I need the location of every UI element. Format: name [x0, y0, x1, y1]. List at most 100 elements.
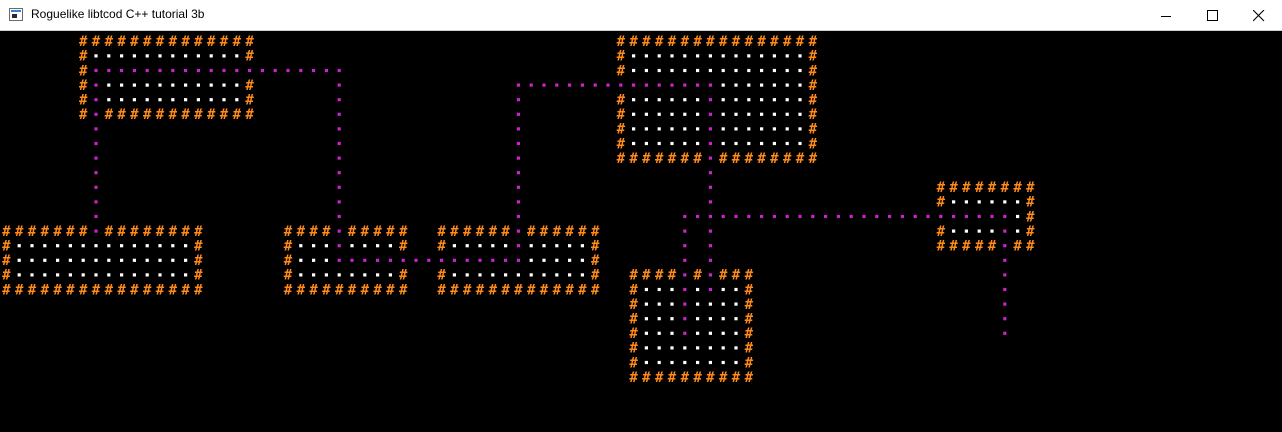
wall-tile: # — [629, 370, 638, 386]
wall-tile: # — [105, 34, 114, 50]
wall-tile: # — [809, 136, 818, 152]
wall-tile: # — [629, 341, 638, 357]
wall-tile: # — [565, 282, 574, 298]
floor-tile — [670, 141, 674, 146]
wall-tile: # — [668, 370, 677, 386]
corridor-tile — [657, 83, 661, 87]
dungeon-map: # # # # # # # # # # # # # ## ### ## ## # # # # # # # # # # # ## # # # # #… — [2, 34, 1035, 386]
floor-tile — [670, 112, 674, 116]
floor-tile — [721, 127, 725, 131]
floor-tile — [30, 244, 34, 248]
corridor-tile — [811, 214, 815, 219]
wall-tile: # — [437, 282, 446, 298]
floor-tile — [696, 346, 700, 350]
floor-tile — [721, 98, 725, 102]
close-icon — [1253, 10, 1265, 22]
wall-tile: # — [745, 355, 754, 371]
corridor-tile — [708, 287, 712, 292]
wall-tile: # — [28, 282, 37, 298]
floor-tile — [158, 83, 162, 87]
wall-tile: # — [79, 63, 88, 79]
floor-tile — [81, 258, 85, 262]
wall-tile: # — [655, 370, 664, 386]
floor-tile — [56, 258, 60, 262]
floor-tile — [388, 244, 392, 248]
floor-tile — [721, 331, 725, 335]
floor-tile — [81, 244, 85, 248]
floor-tile — [644, 98, 648, 102]
game-viewport[interactable]: # # # # # # # # # # # # # # # # # # # # # # # # # # # # # # # # # # # # # # # #… — [0, 31, 1282, 432]
wall-tile: # — [181, 107, 190, 123]
corridor-tile — [683, 214, 687, 219]
floor-tile — [747, 68, 751, 73]
floor-tile — [1003, 200, 1007, 204]
floor-tile — [491, 273, 495, 277]
wall-tile: # — [809, 34, 818, 50]
wall-tile: # — [284, 268, 293, 284]
floor-tile — [94, 273, 98, 277]
floor-tile — [657, 360, 661, 365]
corridor-tile — [939, 214, 943, 219]
floor-tile — [977, 200, 981, 204]
wall-tile: # — [297, 224, 306, 240]
floor-tile — [683, 98, 687, 102]
wall-tile: # — [501, 224, 510, 240]
corridor-tile — [440, 258, 444, 262]
floor-tile — [964, 200, 968, 204]
floor-tile — [990, 229, 994, 233]
wall-tile: # — [169, 107, 178, 123]
floor-tile — [145, 244, 149, 248]
wall-tile: # — [693, 268, 702, 284]
wall-tile: # — [245, 78, 254, 94]
floor-tile — [657, 54, 661, 58]
wall-tile: # — [745, 297, 754, 313]
floor-tile — [184, 83, 188, 87]
wall-tile: # — [284, 282, 293, 298]
wall-tile: # — [629, 297, 638, 313]
wall-tile: # — [783, 151, 792, 167]
floor-tile — [363, 244, 367, 248]
wall-tile: # — [245, 49, 254, 65]
corridor-tile — [94, 141, 98, 146]
wall-tile: # — [399, 282, 408, 298]
corridor-tile — [478, 258, 482, 262]
floor-tile — [632, 98, 636, 102]
floor-tile — [56, 273, 60, 277]
floor-tile — [644, 141, 648, 146]
floor-tile — [721, 83, 725, 87]
floor-tile — [760, 68, 764, 73]
floor-tile — [798, 68, 802, 73]
wall-tile: # — [156, 282, 165, 298]
wall-tile: # — [745, 282, 754, 298]
floor-tile — [696, 287, 700, 292]
wall-tile: # — [399, 268, 408, 284]
floor-tile — [734, 331, 738, 335]
floor-tile — [376, 273, 380, 277]
corridor-tile — [913, 214, 917, 219]
minimize-button[interactable] — [1144, 0, 1190, 30]
floor-tile — [478, 244, 482, 248]
wall-tile: # — [130, 282, 139, 298]
floor-tile — [772, 141, 776, 146]
floor-tile — [657, 331, 661, 335]
corridor-tile — [683, 229, 687, 233]
corridor-tile — [516, 185, 520, 189]
close-button[interactable] — [1236, 0, 1282, 30]
floor-tile — [171, 54, 175, 58]
floor-tile — [747, 98, 751, 102]
floor-tile — [683, 360, 687, 365]
corridor-tile — [491, 258, 495, 262]
floor-tile — [120, 244, 124, 248]
corridor-tile — [504, 258, 508, 262]
floor-tile — [184, 54, 188, 58]
floor-tile — [632, 127, 636, 131]
maximize-button[interactable] — [1190, 0, 1236, 30]
floor-tile — [324, 273, 328, 277]
corridor-tile — [721, 214, 725, 219]
wall-tile: # — [309, 224, 318, 240]
wall-tile: # — [617, 93, 626, 109]
wall-tile: # — [335, 282, 344, 298]
corridor-tile — [363, 258, 367, 262]
floor-tile — [209, 83, 213, 87]
wall-tile: # — [937, 239, 946, 255]
